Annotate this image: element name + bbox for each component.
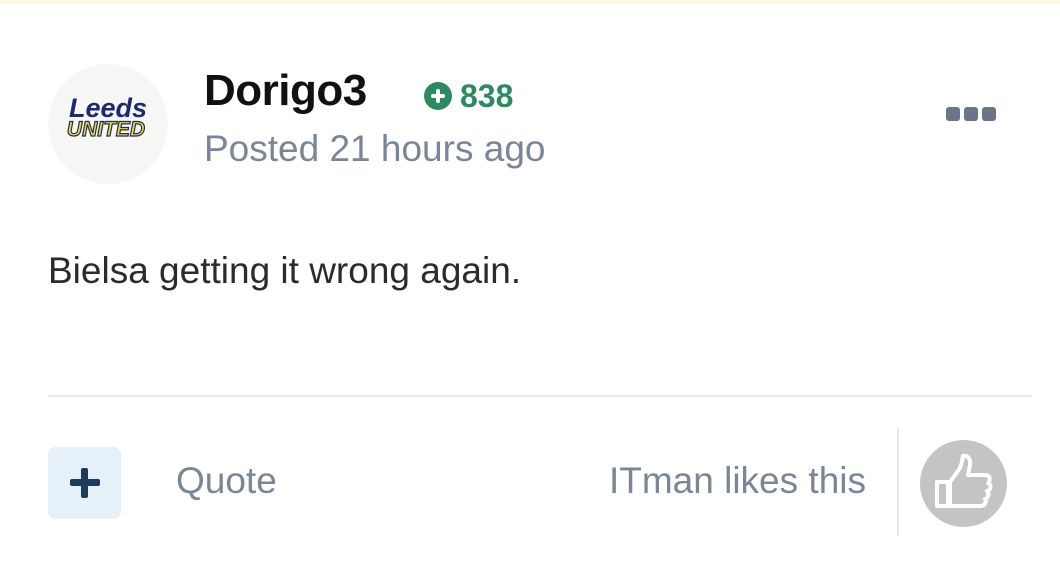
likes-summary[interactable]: ITman likes this bbox=[609, 460, 866, 502]
post-content: Bielsa getting it wrong again. bbox=[48, 250, 522, 291]
quote-button[interactable]: Quote bbox=[176, 460, 277, 502]
menu-dot bbox=[964, 107, 978, 121]
divider bbox=[48, 395, 1032, 397]
menu-dot bbox=[946, 107, 960, 121]
like-button[interactable] bbox=[920, 440, 1007, 527]
svg-text:UNITED: UNITED bbox=[67, 118, 145, 141]
avatar[interactable]: Leeds UNITED bbox=[48, 64, 168, 184]
ellipsis-icon[interactable] bbox=[946, 104, 1000, 124]
post-timestamp[interactable]: Posted 21 hours ago bbox=[204, 128, 545, 170]
reputation-badge: 838 bbox=[424, 78, 513, 114]
vertical-divider bbox=[897, 428, 899, 536]
leeds-united-logo: Leeds UNITED bbox=[66, 93, 147, 142]
author-name[interactable]: Dorigo3 bbox=[204, 66, 367, 116]
plus-circle-icon bbox=[424, 82, 452, 110]
plus-icon[interactable] bbox=[48, 447, 121, 519]
thumbs-up-icon bbox=[935, 453, 993, 508]
reputation-count: 838 bbox=[460, 77, 514, 114]
menu-dot bbox=[982, 107, 996, 121]
top-strip bbox=[0, 0, 1060, 4]
